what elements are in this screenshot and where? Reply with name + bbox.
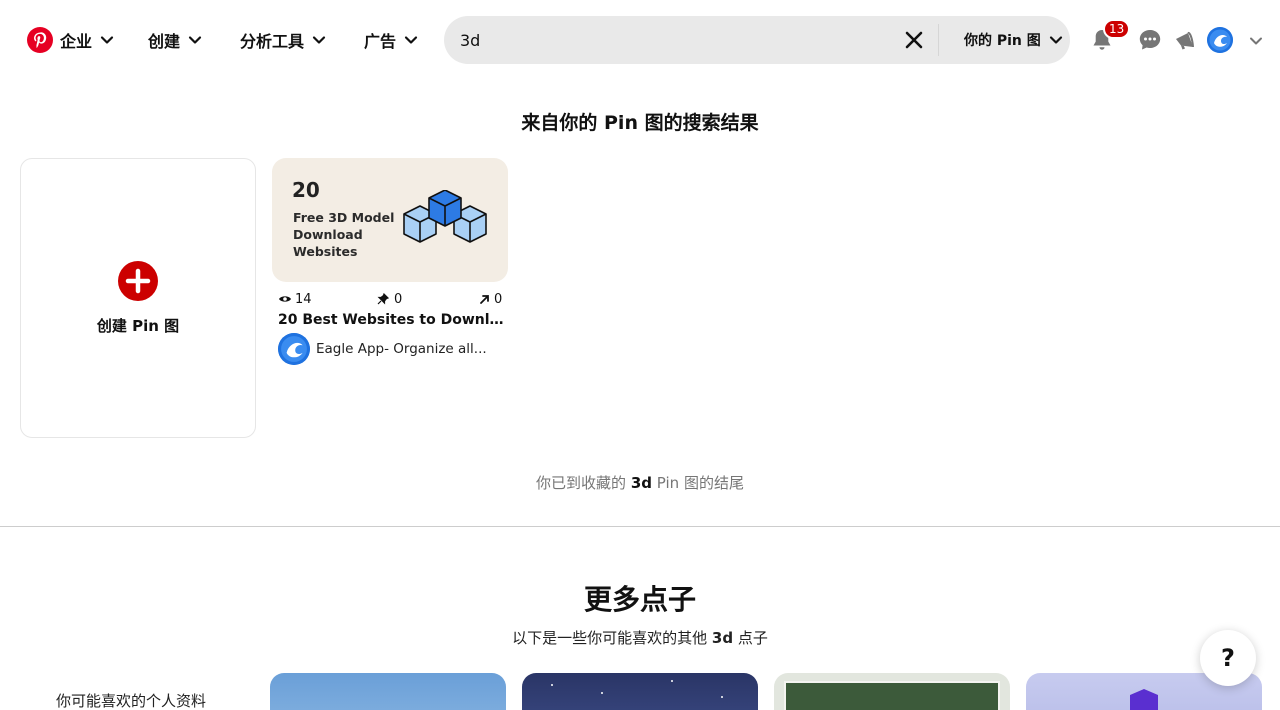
pin-image-text-line: Download xyxy=(293,227,363,242)
nav-business-label: 企业 xyxy=(60,32,93,51)
notification-count-badge: 13 xyxy=(1103,19,1131,39)
pin-views-count: 14 xyxy=(295,291,312,307)
pin-image[interactable]: 20 Free 3D Model Download Websites xyxy=(272,158,508,282)
search-divider xyxy=(938,24,939,56)
nav-ads[interactable]: 广告 xyxy=(364,28,418,52)
more-ideas-subtitle: 以下是一些你可能喜欢的其他 3d 点子 xyxy=(0,627,1280,648)
eagle-logo-icon xyxy=(278,333,310,365)
chevron-down-icon xyxy=(1049,36,1062,44)
more-ideas-subtitle-query: 3d xyxy=(711,629,734,647)
nav-create-label: 创建 xyxy=(148,32,181,51)
create-pin-label: 创建 Pin 图 xyxy=(96,317,180,335)
pin-image-text-line: Websites xyxy=(293,244,358,259)
close-icon[interactable] xyxy=(904,30,924,50)
end-note-query: 3d xyxy=(630,474,653,492)
nav-ads-label: 广告 xyxy=(364,32,397,51)
chat-icon[interactable] xyxy=(1138,28,1162,52)
plus-icon xyxy=(118,261,158,301)
chevron-down-icon xyxy=(312,36,326,44)
create-pin-card[interactable]: 创建 Pin 图 xyxy=(20,158,256,438)
idea-thumbnail[interactable] xyxy=(522,673,758,710)
chevron-down-icon xyxy=(404,36,418,44)
pin-clicks-stat: 0 xyxy=(479,290,502,308)
pin-image-number: 20 xyxy=(292,178,320,202)
account-avatar[interactable] xyxy=(1207,27,1233,53)
search-scope-label: 你的 Pin 图 xyxy=(964,33,1041,49)
end-note-prefix: 你已到收藏的 xyxy=(536,474,627,492)
nav-analytics-label: 分析工具 xyxy=(240,32,305,51)
pin-image-text-line: Free 3D Model xyxy=(293,210,395,225)
stars-decoration xyxy=(551,680,723,698)
pin-icon xyxy=(377,293,389,305)
arrow-up-right-icon xyxy=(480,294,489,304)
nav-business[interactable]: 企业 xyxy=(60,28,114,52)
pin-clicks-count: 0 xyxy=(494,291,503,307)
nav-analytics[interactable]: 分析工具 xyxy=(240,28,326,52)
more-ideas-subtitle-suffix: 点子 xyxy=(737,629,768,647)
megaphone-icon[interactable] xyxy=(1173,28,1197,52)
idea-thumbnail-frame xyxy=(784,681,1000,710)
chevron-down-icon xyxy=(100,36,114,44)
top-navigation-bar: 企业 创建 分析工具 广告 你的 Pin 图 13 xyxy=(0,0,1280,80)
cubes-illustration xyxy=(403,190,487,243)
eagle-logo-icon xyxy=(1207,27,1233,53)
pinterest-logo-icon[interactable] xyxy=(27,27,53,53)
pin-saves-stat: 0 xyxy=(377,290,402,308)
pin-title[interactable]: 20 Best Websites to Download... xyxy=(278,312,504,328)
idea-thumbnail[interactable] xyxy=(774,673,1010,710)
search-scope-dropdown[interactable]: 你的 Pin 图 xyxy=(964,30,1063,50)
pin-author[interactable]: Eagle App- Organize all... xyxy=(278,333,487,365)
help-button[interactable]: ? xyxy=(1200,630,1256,686)
more-ideas-subtitle-prefix: 以下是一些你可能喜欢的其他 xyxy=(512,629,708,647)
profiles-you-may-like-label: 你可能喜欢的个人资料 xyxy=(56,692,207,710)
search-bar: 你的 Pin 图 xyxy=(444,16,1070,64)
results-title: 来自你的 Pin 图的搜索结果 xyxy=(521,112,759,134)
end-note-suffix: Pin 图的结尾 xyxy=(656,474,744,492)
chevron-down-icon xyxy=(188,36,202,44)
pin-saves-count: 0 xyxy=(394,291,403,307)
author-avatar xyxy=(278,333,310,365)
idea-thumbnail[interactable] xyxy=(270,673,506,710)
author-name: Eagle App- Organize all... xyxy=(316,341,487,357)
chevron-down-icon[interactable] xyxy=(1248,33,1264,49)
section-divider xyxy=(0,526,1280,527)
search-input[interactable] xyxy=(460,28,880,52)
eye-icon xyxy=(279,296,291,302)
more-ideas-title: 更多点子 xyxy=(583,583,696,616)
nav-create[interactable]: 创建 xyxy=(148,28,202,52)
end-of-results-note: 你已到收藏的 3d Pin 图的结尾 xyxy=(0,472,1280,493)
pin-views-stat: 14 xyxy=(278,290,312,308)
